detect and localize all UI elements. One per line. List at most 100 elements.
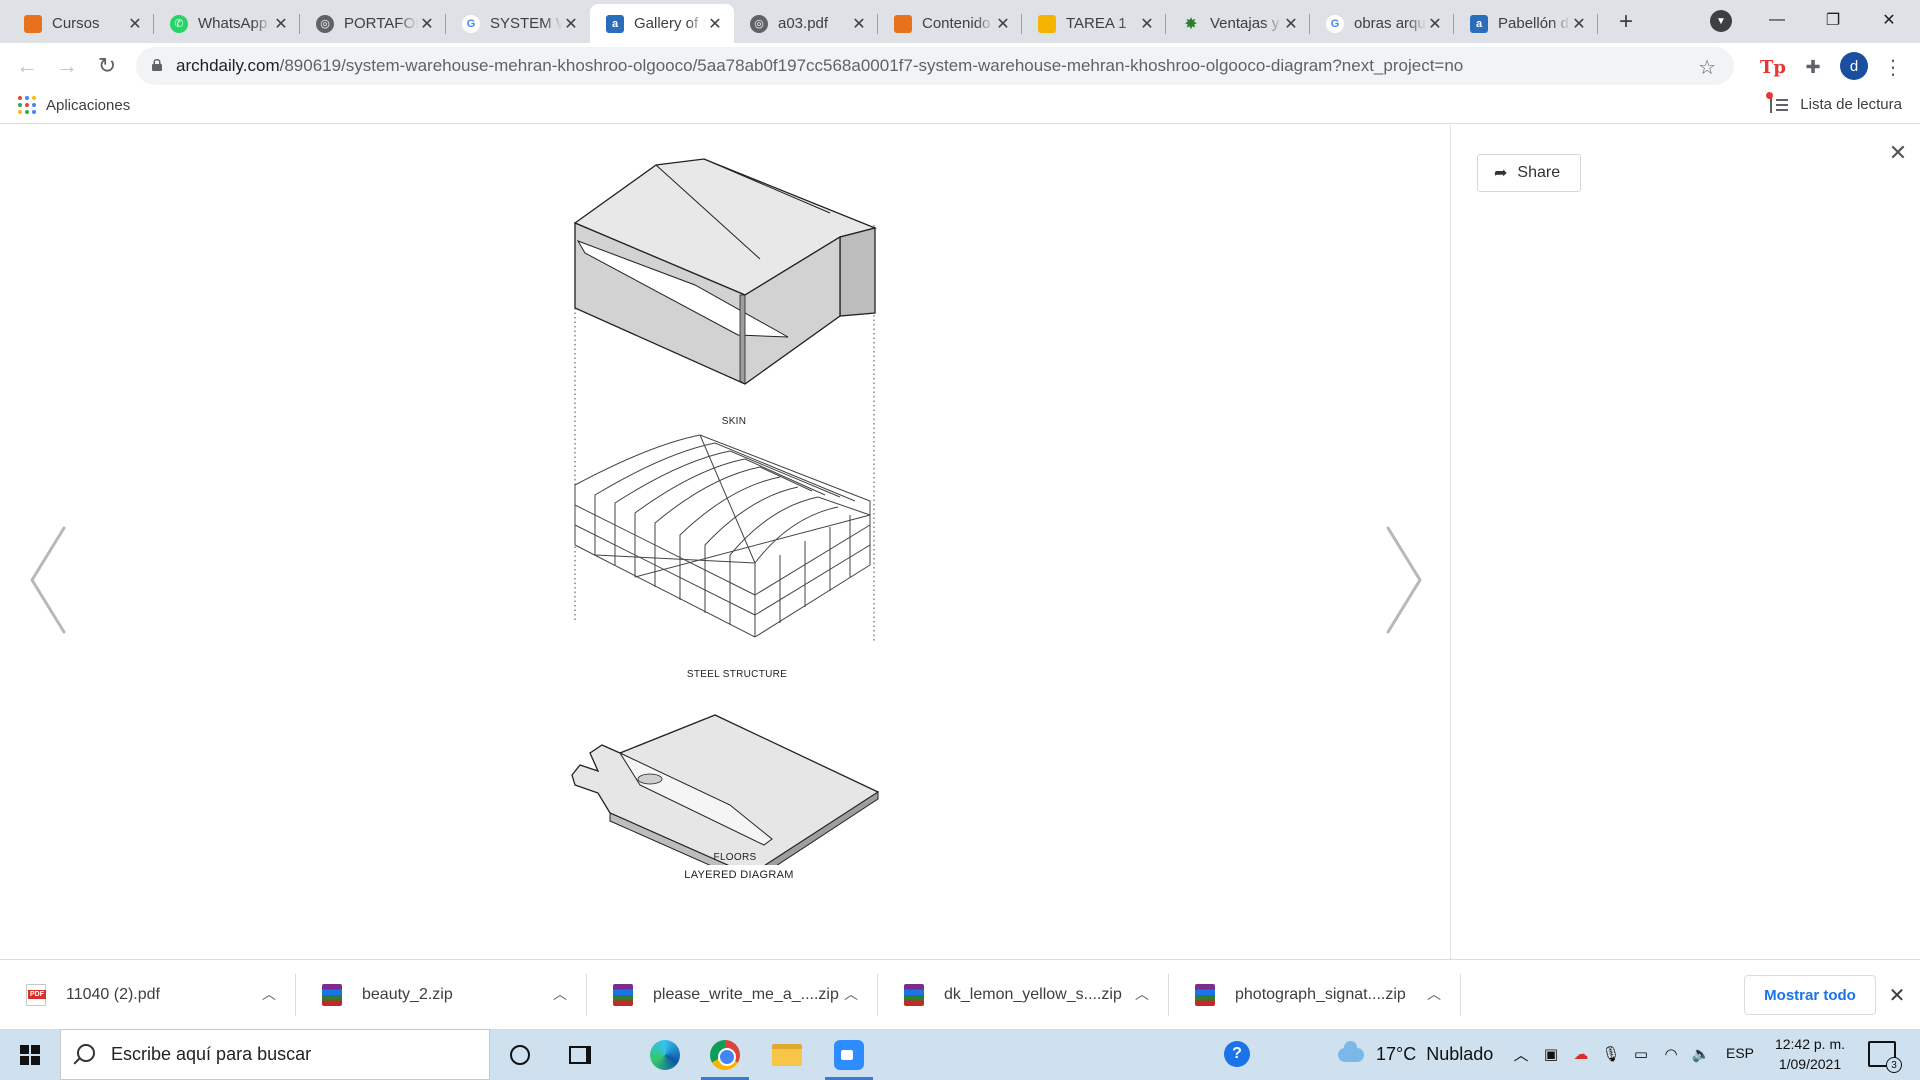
file-explorer-icon	[772, 1043, 802, 1066]
winrar-archive-icon	[322, 984, 342, 1006]
close-tab-icon[interactable]: ✕	[1426, 15, 1444, 33]
battery-icon[interactable]: ▭	[1630, 1043, 1652, 1065]
clock-time: 12:42 p. m.	[1774, 1036, 1846, 1052]
start-button[interactable]	[0, 1029, 60, 1080]
browser-menu-icon[interactable]: ⋮	[1880, 54, 1906, 80]
extension-tp-icon[interactable]: Tp	[1760, 54, 1786, 80]
zoom-taskbar-button[interactable]	[819, 1029, 879, 1080]
bookmarks-bar: Aplicaciones Lista de lectura	[0, 89, 1920, 124]
star-burst-icon: ✸	[1184, 15, 1198, 33]
clock-date: 1/09/2021	[1778, 1056, 1842, 1072]
chrome-taskbar-button[interactable]	[695, 1029, 755, 1080]
close-tab-icon[interactable]: ✕	[994, 15, 1012, 33]
reading-list-button[interactable]: Lista de lectura	[1766, 91, 1902, 113]
archdaily-icon: a	[606, 14, 624, 33]
chevron-up-icon[interactable]: ︿	[1510, 1043, 1532, 1065]
winrar-archive-icon	[904, 984, 924, 1006]
download-filename: beauty_2.zip	[362, 986, 453, 1003]
tab-title: Contenido	[922, 15, 991, 32]
apps-shortcut[interactable]: Aplicaciones	[18, 96, 130, 114]
chevron-up-icon[interactable]: ︿	[262, 984, 276, 1004]
close-downloads-bar-icon[interactable]: ✕	[1884, 982, 1910, 1008]
restore-button[interactable]: ❐	[1810, 0, 1856, 40]
taskbar-search-box[interactable]: Escribe aquí para buscar	[60, 1029, 490, 1080]
close-gallery-icon[interactable]: ✕	[1886, 140, 1910, 165]
bookmark-star-icon[interactable]: ☆	[1698, 55, 1716, 80]
google-icon: G	[462, 14, 480, 33]
chevron-up-icon[interactable]: ︿	[1427, 984, 1441, 1004]
close-tab-icon[interactable]: ✕	[126, 15, 144, 33]
previous-image-arrow-icon[interactable]	[22, 520, 82, 640]
download-item[interactable]: 11040 (2).pdf ︿	[0, 960, 296, 1030]
share-arrow-icon: ➦	[1494, 165, 1508, 182]
diagram-caption: LAYERED DIAGRAM	[684, 869, 793, 881]
chevron-up-icon[interactable]: ︿	[1135, 984, 1149, 1004]
reload-button[interactable]: ↻	[92, 51, 122, 81]
download-filename: dk_lemon_yellow_s....zip	[944, 986, 1122, 1003]
archdaily-icon: a	[1470, 14, 1488, 33]
weather-widget[interactable]: 17°C Nublado	[1338, 1029, 1493, 1080]
tab-tarea-1[interactable]: TAREA 1 ✕	[1022, 4, 1166, 43]
reading-list-label: Lista de lectura	[1800, 96, 1902, 113]
help-icon[interactable]: ?	[1224, 1041, 1250, 1067]
download-item[interactable]: beauty_2.zip ︿	[296, 960, 587, 1030]
wifi-icon[interactable]: ◠	[1660, 1043, 1682, 1065]
tab-portafolio[interactable]: ◎ PORTAFOLIO ✕	[300, 4, 446, 43]
download-item[interactable]: please_write_me_a_....zip ︿	[587, 960, 878, 1030]
tab-ventajas[interactable]: ✸ Ventajas y ✕	[1166, 4, 1310, 43]
tab-contenido[interactable]: Contenido ✕	[878, 4, 1022, 43]
show-all-downloads-button[interactable]: Mostrar todo	[1744, 975, 1876, 1015]
chevron-up-icon[interactable]: ︿	[553, 984, 567, 1004]
volume-icon[interactable]: 🔈	[1690, 1043, 1712, 1065]
tab-cursos[interactable]: Cursos ✕	[8, 4, 154, 43]
tab-title: TAREA 1	[1066, 15, 1127, 32]
download-item[interactable]: dk_lemon_yellow_s....zip ︿	[878, 960, 1169, 1030]
lock-icon[interactable]	[152, 59, 162, 71]
tab-strip: Cursos ✕ ✆ WhatsApp ✕ ◎ PORTAFOLIO ✕ G S…	[0, 0, 1920, 43]
tab-gallery[interactable]: a Gallery of System Warehouse ✕	[590, 4, 734, 43]
tab-title: Pabellón de	[1498, 15, 1570, 32]
close-window-button[interactable]: ✕	[1866, 0, 1912, 40]
weather-condition: Nublado	[1426, 1044, 1494, 1064]
close-tab-icon[interactable]: ✕	[1282, 15, 1300, 33]
share-button[interactable]: ➦ Share	[1477, 154, 1581, 192]
next-image-arrow-icon[interactable]	[1370, 520, 1430, 640]
extensions-puzzle-icon[interactable]: ✚	[1800, 54, 1826, 80]
back-button[interactable]: ←	[12, 51, 42, 81]
chevron-up-icon[interactable]: ︿	[844, 984, 858, 1004]
close-tab-icon[interactable]: ✕	[1570, 15, 1588, 33]
tab-title: PORTAFOLIO	[344, 15, 418, 32]
close-tab-icon[interactable]: ✕	[562, 15, 580, 33]
download-filename: 11040 (2).pdf	[66, 986, 160, 1003]
tab-system[interactable]: G SYSTEM Warehouse ✕	[446, 4, 590, 43]
microphone-icon[interactable]: 🎙	[1600, 1043, 1622, 1065]
close-tab-icon[interactable]: ✕	[850, 15, 868, 33]
reading-list-icon	[1766, 91, 1789, 113]
edge-taskbar-button[interactable]	[635, 1029, 695, 1080]
tab-obras[interactable]: G obras arquitectura ✕	[1310, 4, 1454, 43]
tab-search-icon[interactable]: ▼	[1710, 10, 1732, 32]
download-item[interactable]: photograph_signat....zip ︿	[1169, 960, 1461, 1030]
close-tab-icon[interactable]: ✕	[418, 15, 436, 33]
tab-pabellon[interactable]: a Pabellón de ✕	[1454, 4, 1598, 43]
forward-button[interactable]: →	[52, 51, 82, 81]
windows-logo-icon	[20, 1044, 40, 1065]
onedrive-icon[interactable]: ☁	[1570, 1043, 1592, 1065]
task-view-icon	[569, 1045, 591, 1064]
profile-avatar[interactable]: d	[1840, 52, 1868, 80]
windows-taskbar: Escribe aquí para buscar ? 17°C Nublado …	[0, 1029, 1920, 1080]
cortana-button[interactable]	[490, 1029, 550, 1080]
language-indicator[interactable]: ESP	[1726, 1045, 1754, 1061]
meet-now-icon[interactable]: ▣	[1540, 1043, 1562, 1065]
close-tab-icon[interactable]: ✕	[272, 15, 290, 33]
task-view-button[interactable]	[550, 1029, 610, 1080]
minimize-button[interactable]: —	[1754, 0, 1800, 40]
tab-a03-pdf[interactable]: ◎ a03.pdf ✕	[734, 4, 878, 43]
new-tab-button[interactable]: +	[1612, 8, 1640, 36]
tab-whatsapp[interactable]: ✆ WhatsApp ✕	[154, 4, 300, 43]
close-tab-icon[interactable]: ✕	[706, 15, 724, 33]
system-clock[interactable]: 12:42 p. m. 1/09/2021	[1770, 1034, 1850, 1074]
close-tab-icon[interactable]: ✕	[1138, 15, 1156, 33]
address-bar[interactable]: archdaily.com/890619/system-warehouse-me…	[136, 47, 1734, 85]
file-explorer-taskbar-button[interactable]	[757, 1029, 817, 1080]
